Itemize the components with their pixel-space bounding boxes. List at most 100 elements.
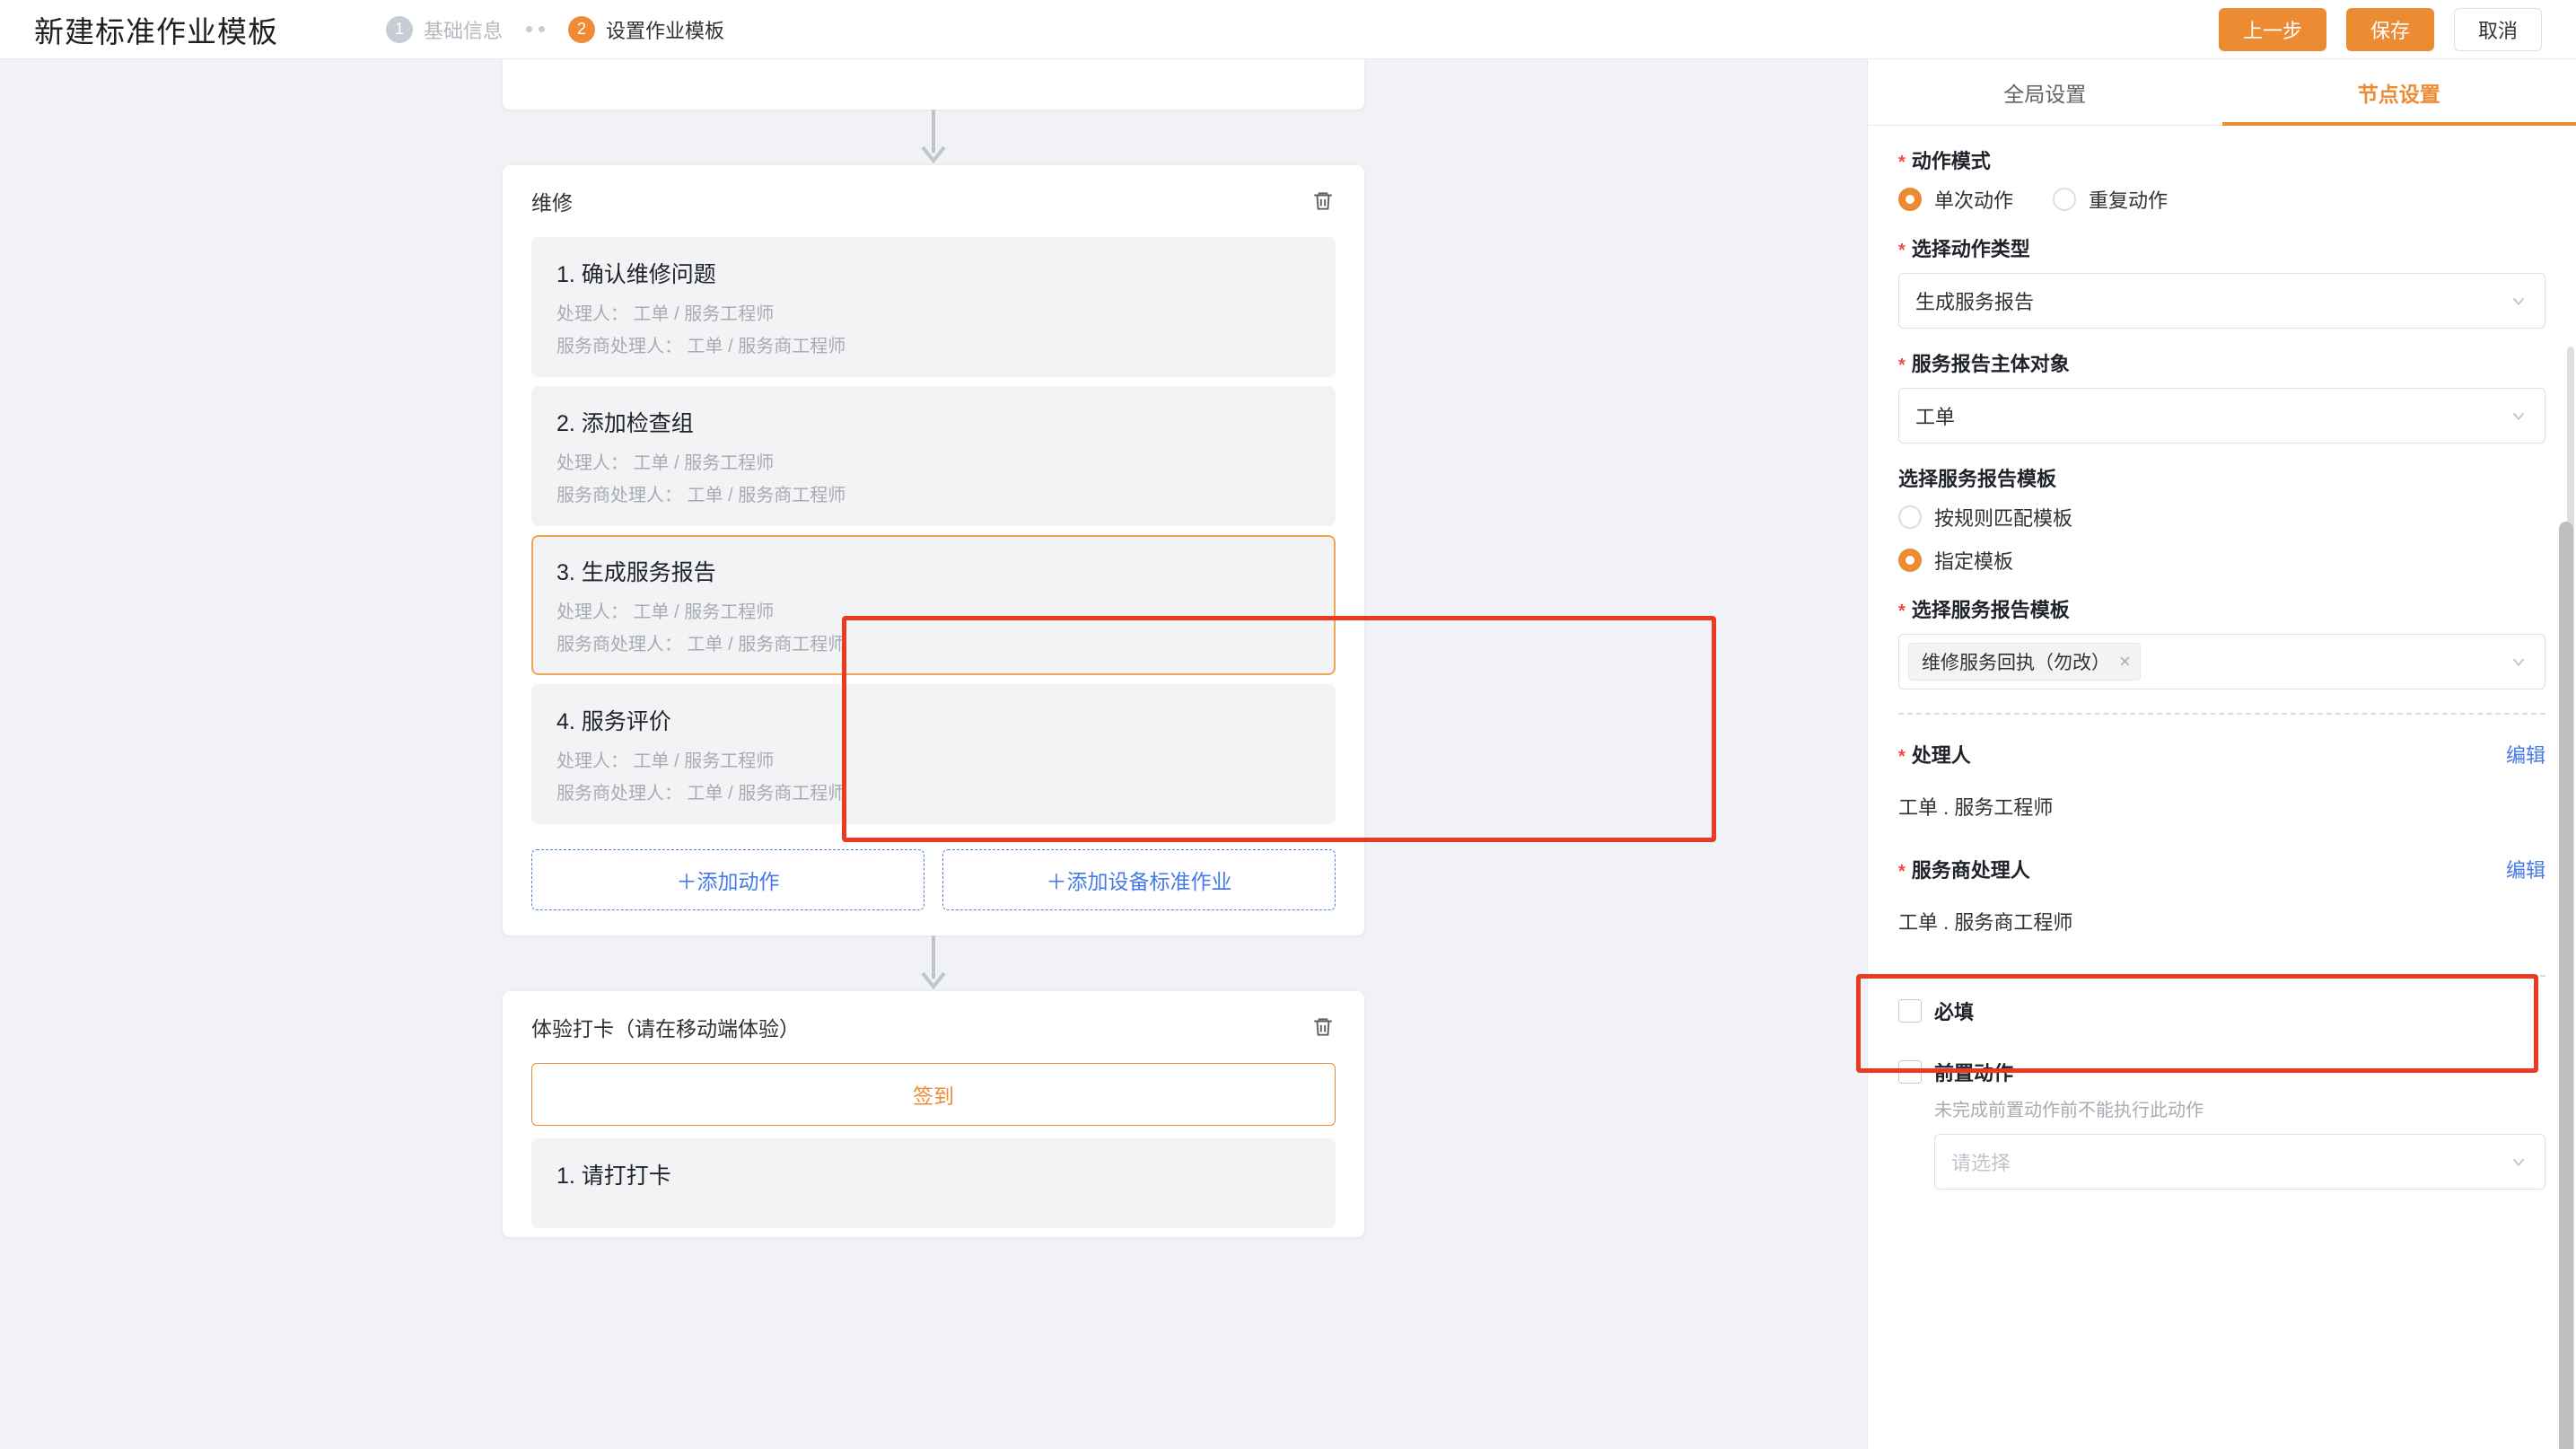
provider-handler-header: * 服务商处理人 编辑 [1898,855,2545,894]
pre-action-hint: 未完成前置动作前不能执行此动作 [1934,1101,2204,1120]
node-handler: 处理人： 工单 / 服务工程师 [556,304,775,324]
node-provider-handler: 服务商处理人： 工单 / 服务商工程师 [556,635,846,654]
label-text: 处理人 [1911,744,1971,767]
pre-action-select[interactable]: 请选择 [1934,1134,2545,1190]
settings-panel: 全局设置 节点设置 * 动作模式 单次动作 重复动作 * 选择动作类型 生成服务… [1867,59,2576,1449]
divider [1898,975,2545,977]
flow-node-4[interactable]: 4. 服务评价 处理人： 工单 / 服务工程师 服务商处理人： 工单 / 服务商… [531,684,1336,824]
field-label: * 服务商处理人 [1898,855,2030,883]
page-title: 新建标准作业模板 [34,14,278,48]
add-action-button[interactable]: ＋添加动作 [531,849,924,910]
required-asterisk: * [1898,241,1906,260]
step-separator-dots [526,26,546,32]
step-2[interactable]: 2 设置作业模板 [568,15,724,44]
flow-node-2[interactable]: 2. 添加检查组 处理人： 工单 / 服务工程师 服务商处理人： 工单 / 服务… [531,386,1336,526]
label-text: 服务商处理人 [1911,859,2030,882]
step-2-label: 设置作业模板 [606,19,725,42]
radio-match-by-rule[interactable]: 按规则匹配模板 [1898,503,2545,531]
field-action-mode: * 动作模式 单次动作 重复动作 [1898,145,2545,214]
select-value: 工单 [1915,406,1956,428]
report-template-select[interactable]: 维修服务回执（勿改） × [1898,634,2545,689]
edit-provider-handler-link[interactable]: 编辑 [2506,855,2545,883]
checkbox-required[interactable]: 必填 [1898,997,2545,1025]
flow-canvas[interactable]: 维修 1. 确认维修问题 处理人： 工单 / 服务工程师 服务商处理人： 工单 … [0,59,1867,1449]
field-template-mode: 选择服务报告模板 按规则匹配模板 指定模板 [1898,463,2545,575]
node-title: 1. 请打打卡 [556,1164,671,1189]
checkbox-box [1898,1060,1922,1084]
label-text: 选择服务报告模板 [1911,599,2070,621]
radio-repeat-action[interactable]: 重复动作 [2053,185,2168,214]
radio-single-action[interactable]: 单次动作 [1898,185,2013,214]
radio-specify-template[interactable]: 指定模板 [1898,546,2545,575]
node-title: 2. 添加检查组 [556,411,694,436]
trash-icon[interactable] [1310,189,1336,214]
label-text: 选择服务报告模板 [1898,468,2057,490]
panel-body: * 动作模式 单次动作 重复动作 * 选择动作类型 生成服务报告 * 服务报告主… [1868,126,2576,1449]
field-report-template: * 选择服务报告模板 维修服务回执（勿改） × [1898,594,2545,689]
node-title: 4. 服务评价 [556,709,671,734]
radio-dot-selected [1898,549,1922,572]
prev-step-button[interactable]: 上一步 [2218,7,2326,51]
step-1[interactable]: 1 基础信息 [386,15,503,44]
field-label: * 服务报告主体对象 [1898,348,2545,377]
flow-connector-2 [920,935,947,991]
checkbox-label: 必填 [1934,1001,1975,1023]
select-value: 生成服务报告 [1915,291,2035,313]
radio-dot [1898,505,1922,529]
tab-global-settings[interactable]: 全局设置 [1868,59,2222,125]
app-body: 维修 1. 确认维修问题 处理人： 工单 / 服务工程师 服务商处理人： 工单 … [0,59,2576,1449]
required-asterisk: * [1898,602,1906,621]
report-subject-select[interactable]: 工单 [1898,388,2545,443]
tab-node-settings[interactable]: 节点设置 [2221,59,2576,126]
arrow-down-icon [921,935,946,990]
save-button[interactable]: 保存 [2345,7,2434,51]
trash-icon[interactable] [1310,1014,1336,1040]
card-header: 体验打卡（请在移动端体验） [531,991,1336,1063]
flow-card-repair[interactable]: 维修 1. 确认维修问题 处理人： 工单 / 服务工程师 服务商处理人： 工单 … [503,165,1364,935]
field-label: * 处理人 [1898,740,1971,768]
flow-card-checkin[interactable]: 体验打卡（请在移动端体验） 签到 1. 请打打卡 [503,991,1364,1237]
app-header: 新建标准作业模板 1 基础信息 2 设置作业模板 上一步 保存 取消 [0,0,2576,59]
required-asterisk: * [1898,153,1906,172]
cancel-button[interactable]: 取消 [2453,7,2542,51]
tag-text: 维修服务回执（勿改） [1922,653,2110,673]
node-provider-handler: 服务商处理人： 工单 / 服务商工程师 [556,784,846,804]
flow-connector-1 [920,110,947,165]
label-text: 服务报告主体对象 [1911,353,2070,375]
radio-dot-selected [1898,188,1922,211]
panel-tabs: 全局设置 节点设置 [1868,59,2576,126]
signin-button[interactable]: 签到 [531,1063,1336,1126]
card-title: 维修 [531,191,573,215]
field-label: * 选择动作类型 [1898,233,2545,262]
checkbox-pre-action[interactable]: 前置动作 [1898,1058,2545,1086]
node-handler: 处理人： 工单 / 服务工程师 [556,602,775,622]
radio-dot [2053,188,2077,211]
selected-template-tag: 维修服务回执（勿改） × [1908,643,2141,681]
flow-node-1[interactable]: 1. 确认维修问题 处理人： 工单 / 服务工程师 服务商处理人： 工单 / 服… [531,237,1336,377]
page-scrollbar-thumb[interactable] [2559,522,2573,1449]
add-device-standard-job-button[interactable]: ＋添加设备标准作业 [942,849,1336,910]
card-header: 维修 [531,165,1336,237]
field-report-subject: * 服务报告主体对象 工单 [1898,348,2545,443]
action-mode-radio-group: 单次动作 重复动作 [1898,185,2545,214]
field-action-type: * 选择动作类型 生成服务报告 [1898,233,2545,329]
edit-handler-link[interactable]: 编辑 [2506,740,2545,768]
divider [1898,713,2545,715]
flow-column: 维修 1. 确认维修问题 处理人： 工单 / 服务工程师 服务商处理人： 工单 … [503,59,1364,1237]
provider-handler-value: 工单 . 服务商工程师 [1898,911,2073,934]
action-type-select[interactable]: 生成服务报告 [1898,273,2545,329]
close-icon[interactable]: × [2119,652,2131,672]
node-handler: 处理人： 工单 / 服务工程师 [556,751,775,771]
step-1-number: 1 [386,15,413,43]
label-text: 选择动作类型 [1911,238,2030,260]
handler-value: 工单 . 服务工程师 [1898,796,2054,819]
flow-node-3-selected[interactable]: 3. 生成服务报告 处理人： 工单 / 服务工程师 服务商处理人： 工单 / 服… [531,535,1336,675]
radio-label: 按规则匹配模板 [1934,507,2073,530]
arrow-down-icon [921,110,946,164]
flow-node-checkin-1[interactable]: 1. 请打打卡 [531,1138,1336,1228]
step-indicator: 1 基础信息 2 设置作业模板 [386,15,724,44]
handler-header: * 处理人 编辑 [1898,740,2545,779]
card-title: 体验打卡（请在移动端体验） [531,1017,800,1041]
required-asterisk: * [1898,747,1906,767]
field-provider-handler: * 服务商处理人 编辑 工单 . 服务商工程师 [1898,849,2545,944]
